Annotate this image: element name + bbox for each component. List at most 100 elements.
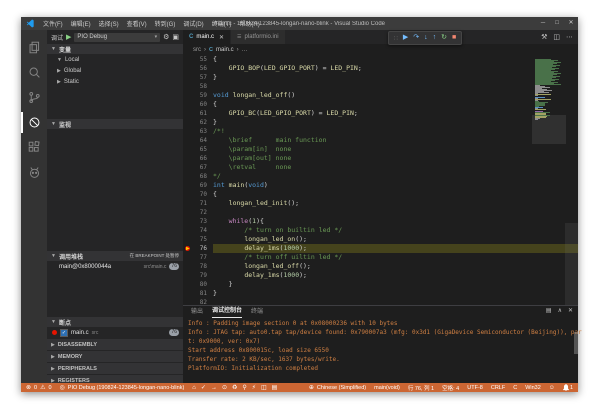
gutter[interactable]: 62 <box>183 118 213 127</box>
stack-frame-row[interactable]: main@0x8000044a src\main.c 76 <box>47 261 183 272</box>
language-mode[interactable]: C <box>513 385 517 391</box>
gutter[interactable]: 74 <box>183 226 213 235</box>
code-line[interactable]: 61 GPIO_BC(LED_GPIO_PORT) = LED_PIN; <box>183 109 578 118</box>
gutter[interactable]: 75 <box>183 235 213 244</box>
split-editor-icon[interactable]: ◫ <box>553 33 560 41</box>
platform-indicator[interactable]: Win32 <box>525 385 541 391</box>
minimize-button[interactable]: ─ <box>536 17 550 30</box>
code-line[interactable]: 72 <box>183 208 578 217</box>
gutter[interactable]: 73 <box>183 217 213 226</box>
minimap[interactable] <box>534 57 564 305</box>
gutter[interactable]: 80 <box>183 280 213 289</box>
code-line[interactable]: 62} <box>183 118 578 127</box>
pio-run-task-button[interactable]: ⚡ <box>252 384 256 391</box>
pio-test-button[interactable]: ⚲ <box>242 384 246 391</box>
pio-clean-button[interactable]: ♻ <box>232 384 237 391</box>
menu-item[interactable]: 查看(V) <box>123 19 151 28</box>
code-line[interactable]: 58 <box>183 82 578 91</box>
close-icon[interactable]: ✕ <box>219 34 224 41</box>
activity-explorer-icon[interactable] <box>21 35 47 60</box>
activity-search-icon[interactable] <box>21 60 47 85</box>
gutter[interactable]: 78 <box>183 262 213 271</box>
code-line[interactable]: 74 /* turn on builtin led */ <box>183 226 578 235</box>
breakpoint-checkbox[interactable]: ✓ <box>60 329 68 337</box>
notifications-bell[interactable]: 1 <box>563 384 573 391</box>
gutter[interactable]: 67 <box>183 163 213 172</box>
variable-scope-local[interactable]: ▼Local <box>47 54 183 65</box>
run-task-wrench-icon[interactable]: ⚒ <box>541 33 547 41</box>
section-peripherals[interactable]: ▶PERIPHERALS <box>47 362 183 374</box>
continue-button[interactable]: ▶ <box>403 32 408 44</box>
code-line[interactable]: 71 longan_led_init(); <box>183 199 578 208</box>
pio-serial-monitor-button[interactable]: ◫ <box>261 384 267 391</box>
tab-platformio-ini[interactable]: ☰ platformio.ini <box>231 30 285 44</box>
variables-section-header[interactable]: ▼ 变量 <box>47 44 183 54</box>
gutter[interactable]: 66 <box>183 154 213 163</box>
debug-console-toggle-icon[interactable]: ▣ <box>172 33 179 41</box>
code-line[interactable]: 81} <box>183 289 578 298</box>
problems-indicator[interactable]: ⊗ 0 ⚠ 0 <box>26 384 52 391</box>
section-disassembly[interactable]: ▶DISASSEMBLY <box>47 338 183 350</box>
variable-scope-global[interactable]: ▶Global <box>47 65 183 76</box>
pio-home-button[interactable]: ⌂ <box>192 385 196 391</box>
pio-terminal-button[interactable]: ▤ <box>272 384 278 391</box>
gutter[interactable]: 55 <box>183 55 213 64</box>
indent-indicator[interactable]: 空格: 4 <box>442 384 459 392</box>
code-line[interactable]: 75 longan_led_on(); <box>183 235 578 244</box>
breakpoint-row[interactable]: ✓ main.c src 76 <box>47 327 183 338</box>
menu-item[interactable]: 文件(F) <box>39 19 67 28</box>
gutter[interactable]: 58 <box>183 82 213 91</box>
maximize-panel-icon[interactable]: ∧ <box>558 307 562 314</box>
code-line[interactable]: 56 GPIO_BOP(LED_GPIO_PORT) = LED_PIN; <box>183 64 578 73</box>
gutter[interactable]: 57 <box>183 73 213 82</box>
step-over-button[interactable]: ↷ <box>413 32 419 44</box>
code-line[interactable]: 66 \param[out] none <box>183 154 578 163</box>
activity-source-control-icon[interactable] <box>21 85 47 110</box>
activity-debug-icon[interactable] <box>21 110 47 135</box>
code-line[interactable]: 63/*! <box>183 127 578 136</box>
code-line[interactable]: 67 \retval none <box>183 163 578 172</box>
code-line[interactable]: 80 } <box>183 280 578 289</box>
debug-status-indicator[interactable]: ◎ PIO Debug (190824-123845-longan-nano-b… <box>60 384 185 391</box>
language-indicator[interactable]: ⊕ Chinese (Simplified) <box>309 384 366 391</box>
more-actions-icon[interactable]: ⋯ <box>566 33 573 41</box>
gutter[interactable]: 81 <box>183 289 213 298</box>
close-button[interactable]: ✕ <box>564 17 578 30</box>
gutter[interactable]: 70 <box>183 190 213 199</box>
breadcrumb-src[interactable]: src <box>193 47 201 53</box>
panel-tab[interactable]: 终端 <box>251 307 263 318</box>
cursor-position[interactable]: 行 76, 列 1 <box>408 384 434 392</box>
menu-item[interactable]: 编辑(E) <box>67 19 95 28</box>
vertical-scrollbar[interactable] <box>565 55 578 305</box>
section-memory[interactable]: ▶MEMORY <box>47 350 183 362</box>
code-line[interactable]: 69int main(void) <box>183 181 578 190</box>
debug-config-dropdown[interactable]: PIO Debug ▾ <box>74 33 160 42</box>
console-content[interactable]: Info : Padding image section 0 at 0x0800… <box>183 318 578 383</box>
gutter[interactable]: ▶76 <box>183 244 213 253</box>
code-line[interactable]: 77 /* turn off uiltin led */ <box>183 253 578 262</box>
gutter[interactable]: 68 <box>183 172 213 181</box>
code-line[interactable]: 73 while(1){ <box>183 217 578 226</box>
menu-item[interactable]: 选择(S) <box>95 19 123 28</box>
gutter[interactable]: 65 <box>183 145 213 154</box>
tab-main-c[interactable]: C main.c ✕ <box>183 30 230 44</box>
gutter[interactable]: 82 <box>183 298 213 305</box>
gutter[interactable]: 69 <box>183 181 213 190</box>
gutter[interactable]: 79 <box>183 271 213 280</box>
gutter[interactable]: 77 <box>183 253 213 262</box>
filter-icon[interactable]: ▤ <box>546 307 552 314</box>
feedback-smiley-icon[interactable]: ☺ <box>549 385 555 391</box>
breakpoints-section-header[interactable]: ▼ 断点 <box>47 317 183 327</box>
breadcrumb-symbol[interactable]: … <box>242 47 248 53</box>
breadcrumb-file[interactable]: main.c <box>216 47 234 53</box>
restart-button[interactable]: ↻ <box>441 32 447 44</box>
activity-extensions-icon[interactable] <box>21 135 47 160</box>
code-line[interactable]: 78 longan_led_off(); <box>183 262 578 271</box>
gutter[interactable]: 56 <box>183 64 213 73</box>
code-line[interactable]: 59void longan_led_off() <box>183 91 578 100</box>
code-editor[interactable]: 55{56 GPIO_BOP(LED_GPIO_PORT) = LED_PIN;… <box>183 55 578 305</box>
code-line[interactable]: 65 \param[in] none <box>183 145 578 154</box>
call-stack-section-header[interactable]: ▼ 调用堆栈 在 BREAKPOINT 处暂停 <box>47 251 183 261</box>
pio-upload-button[interactable]: → <box>211 385 217 391</box>
pio-build-button[interactable]: ✓ <box>201 384 206 391</box>
